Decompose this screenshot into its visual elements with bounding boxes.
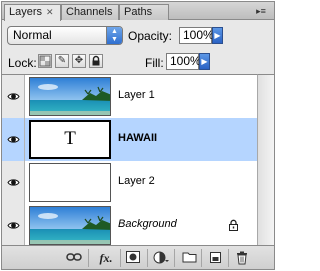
trash-icon[interactable] (232, 249, 252, 267)
link-layers-icon[interactable] (64, 249, 84, 267)
tab-bar: Layers ✕ Channels Paths ▸≡ (2, 2, 274, 21)
toolbar-divider (201, 249, 202, 267)
close-icon[interactable]: ✕ (46, 7, 54, 17)
layers-list: Layer 1 T HAWAII Layer 2 Background (2, 74, 257, 248)
visibility-toggle[interactable] (2, 204, 25, 247)
toolbar-divider (120, 249, 121, 267)
eye-icon (7, 136, 20, 143)
layer-name: Background (118, 218, 177, 230)
toolbar-divider (147, 249, 148, 267)
opacity-slider-arrow-icon[interactable]: ▶ (212, 27, 223, 44)
tab-channels[interactable]: Channels (61, 4, 119, 20)
layer-row-background[interactable]: Background (2, 204, 257, 248)
beach-photo-thumbnail (29, 206, 111, 245)
panel-menu-icon[interactable]: ▸≡ (252, 5, 270, 17)
fill-input[interactable]: 100% (166, 53, 201, 70)
toolbar-divider (88, 249, 89, 267)
up-down-arrows-icon: ▲ ▼ (106, 27, 122, 44)
tab-layers[interactable]: Layers ✕ (4, 4, 61, 21)
fill-label: Fill: (145, 56, 164, 70)
layer-row-hawaii[interactable]: T HAWAII (2, 118, 257, 162)
blend-mode-value: Normal (13, 28, 52, 42)
lock-image-pixels-icon[interactable]: ✎ (55, 54, 69, 68)
lock-transparent-pixels-icon[interactable] (38, 54, 52, 68)
layers-scrollbar[interactable] (257, 74, 274, 245)
eye-icon (7, 179, 20, 186)
blend-mode-select[interactable]: Normal ▲ ▼ (7, 26, 123, 45)
new-layer-icon[interactable] (205, 249, 225, 267)
tab-label: Layers (9, 6, 43, 18)
adjustment-layer-icon[interactable] (151, 249, 171, 267)
beach-photo-thumbnail (29, 77, 111, 116)
new-group-icon[interactable] (179, 249, 199, 267)
lock-all-icon[interactable] (89, 54, 103, 68)
lock-icon (229, 219, 238, 231)
visibility-toggle[interactable] (2, 75, 25, 118)
bottom-toolbar: fx. (2, 245, 274, 269)
text-layer-thumbnail: T (29, 120, 111, 159)
layer-row-layer-2[interactable]: Layer 2 (2, 161, 257, 205)
toolbar-divider (228, 249, 229, 267)
layer-name: Layer 2 (118, 175, 155, 187)
layer-name: Layer 1 (118, 89, 155, 101)
eye-icon (7, 222, 20, 229)
tab-paths[interactable]: Paths (119, 4, 169, 20)
opacity-label: Opacity: (128, 29, 173, 43)
fill-slider-arrow-icon[interactable]: ▶ (199, 53, 210, 70)
layer-name: HAWAII (118, 132, 158, 144)
blank-layer-thumbnail (29, 163, 111, 202)
opacity-input[interactable]: 100% (179, 27, 214, 44)
lock-label: Lock: (8, 56, 37, 70)
fx-icon[interactable]: fx. (94, 249, 118, 267)
tab-label: Channels (66, 6, 113, 18)
eye-icon (7, 93, 20, 100)
visibility-toggle[interactable] (2, 161, 25, 204)
tab-label: Paths (124, 6, 153, 18)
visibility-toggle[interactable] (2, 118, 25, 161)
add-mask-icon[interactable] (123, 249, 143, 267)
layers-panel: Layers ✕ Channels Paths ▸≡ Normal ▲ ▼ Opac… (1, 1, 275, 270)
lock-position-icon[interactable]: ✥ (72, 54, 86, 68)
toolbar-divider (174, 249, 175, 267)
layer-row-layer-1[interactable]: Layer 1 (2, 75, 257, 119)
